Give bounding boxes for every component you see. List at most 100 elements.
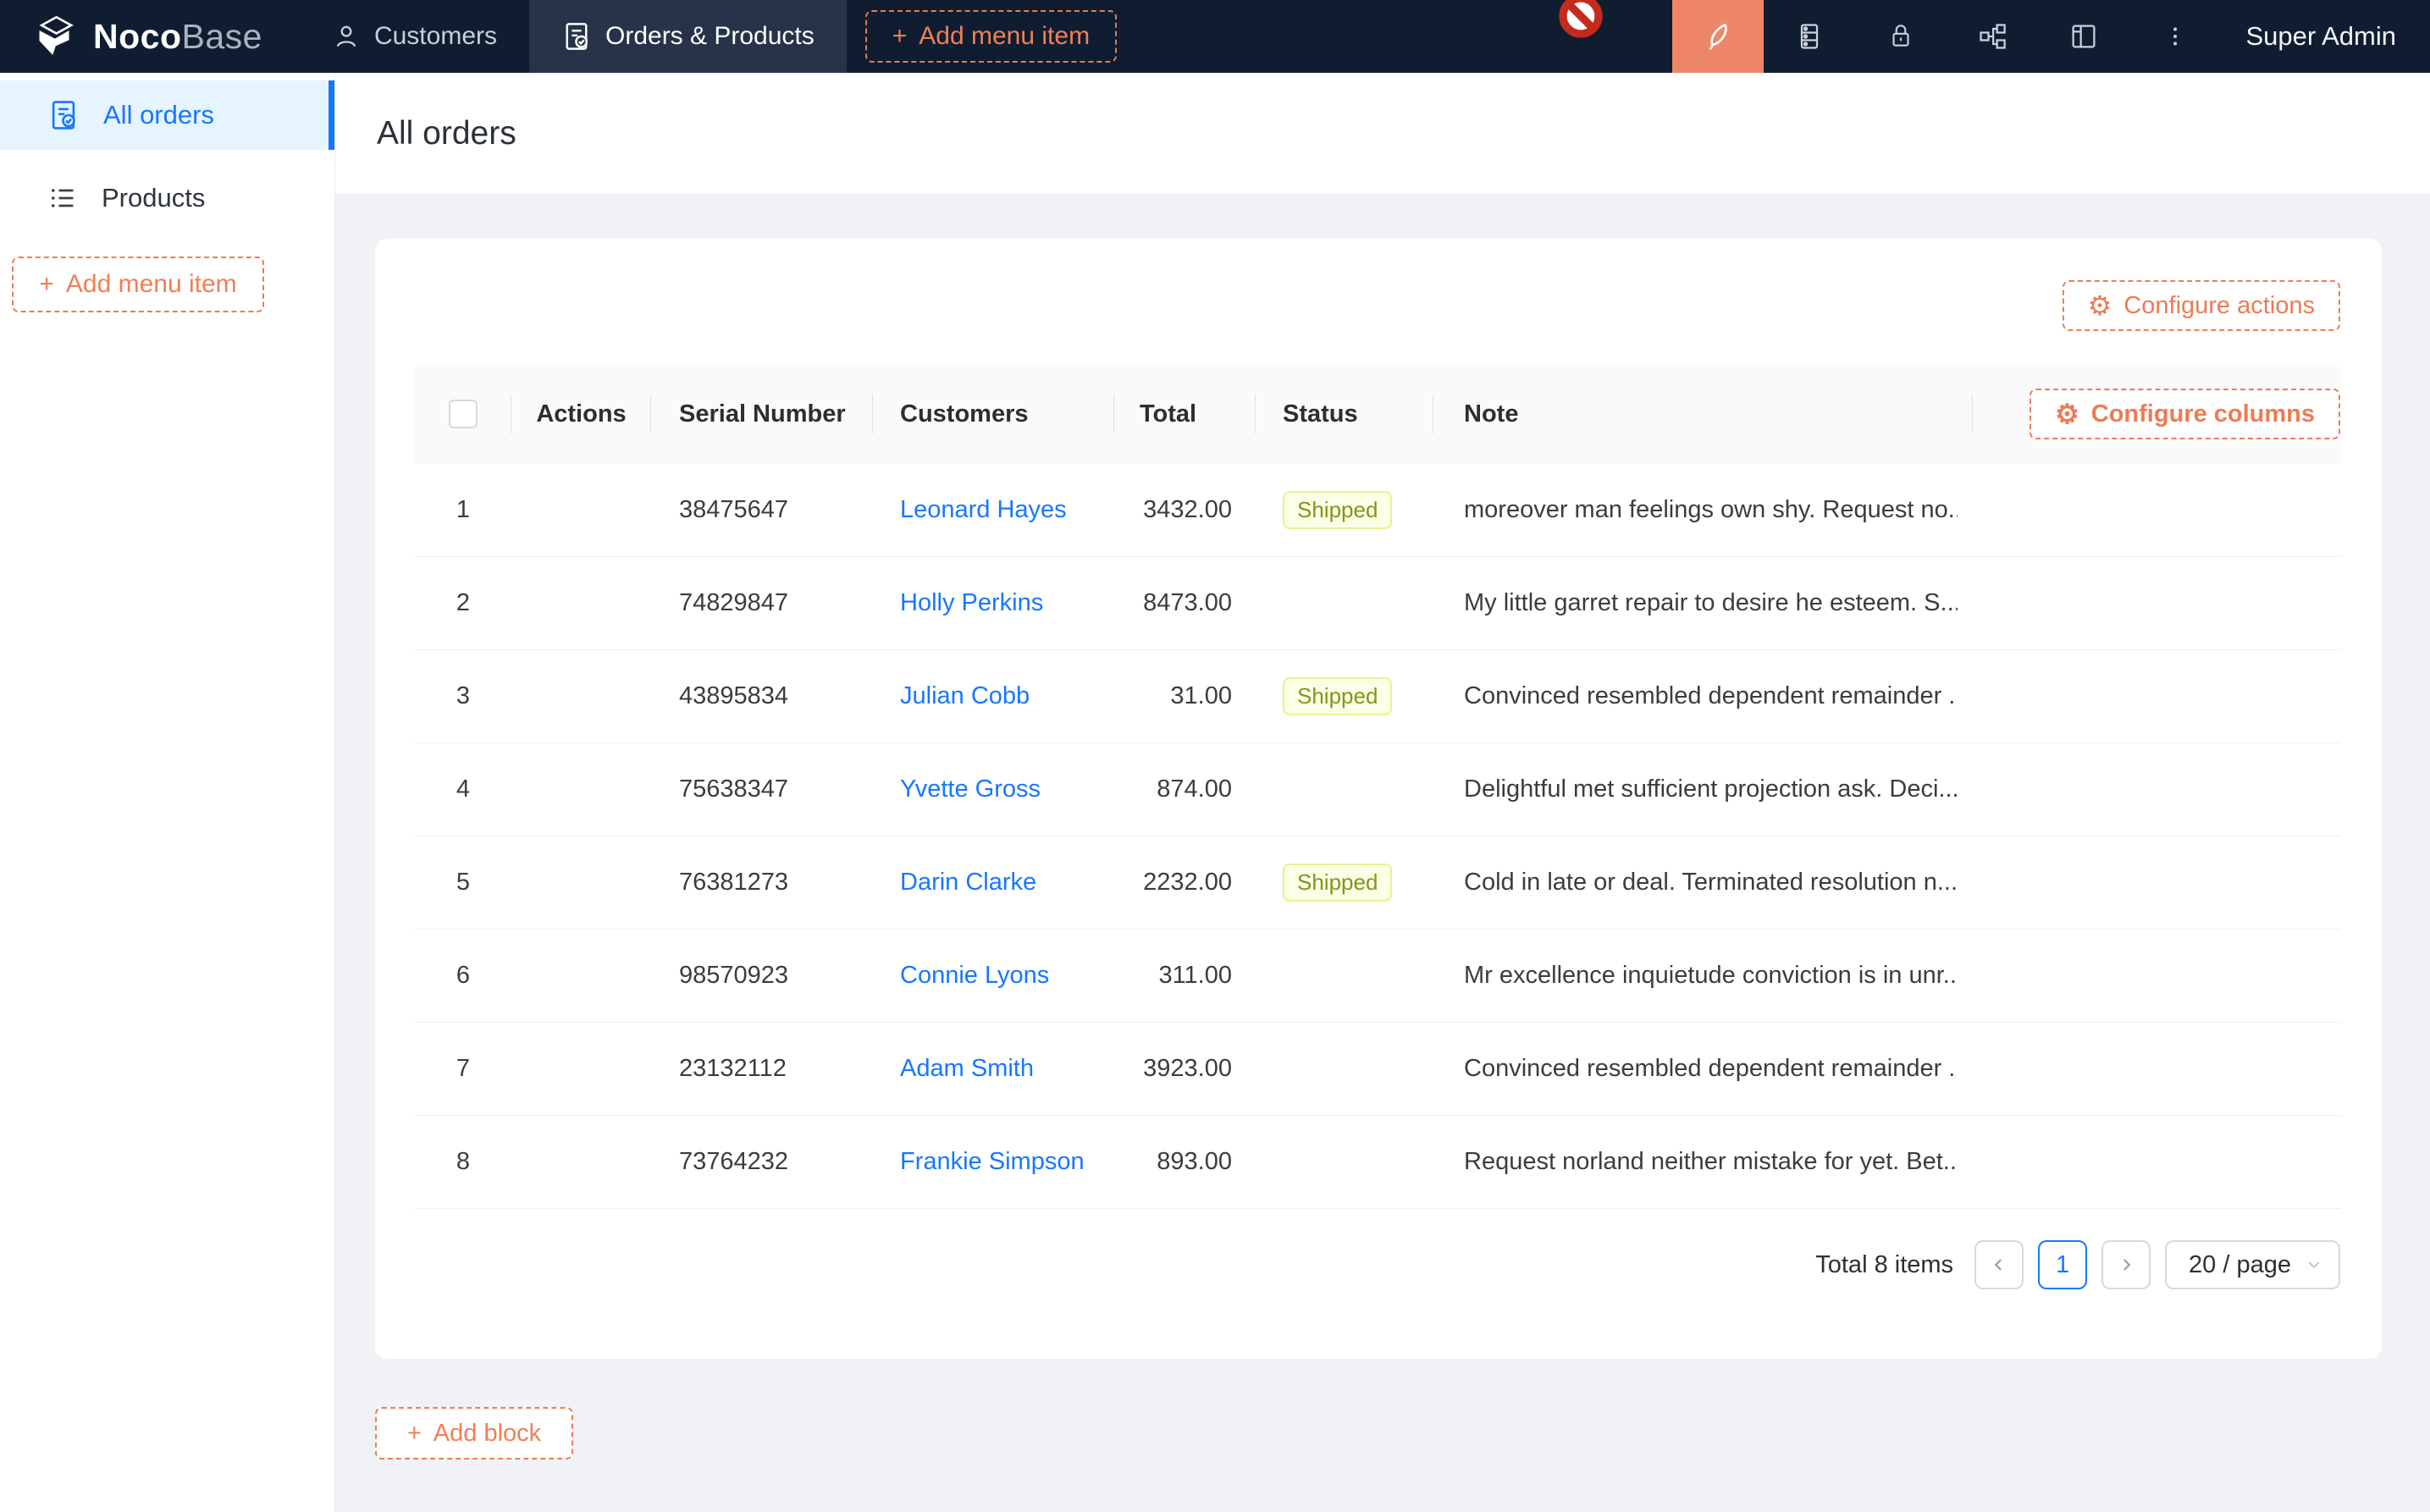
- table-toolbar: ⚙ Configure actions: [415, 280, 2340, 331]
- customer-link[interactable]: Leonard Hayes: [900, 496, 1067, 524]
- note-text: Convinced resembled dependent remainder …: [1464, 682, 1958, 710]
- row-index: 2: [456, 589, 470, 617]
- row-trailing-cell: [1973, 743, 2340, 836]
- sidebar: All orders Products + Add menu item: [0, 73, 335, 1512]
- row-index: 4: [456, 775, 470, 803]
- table-header-row: Actions Serial Number Customers Total St…: [415, 364, 2340, 464]
- row-actions-cell: [511, 464, 651, 556]
- table-row: 1 38475647 Leonard Hayes 3432.00 Shipped…: [415, 464, 2340, 557]
- not-allowed-cursor-icon: [1557, 0, 1604, 40]
- ui-editor-highlighter-icon[interactable]: [1672, 0, 1764, 73]
- chevron-right-icon: [2116, 1255, 2136, 1275]
- configure-actions-button[interactable]: ⚙ Configure actions: [2063, 280, 2340, 331]
- logo-text: NocoBase: [93, 17, 262, 57]
- table-body: 1 38475647 Leonard Hayes 3432.00 Shipped…: [415, 464, 2340, 1209]
- row-index: 7: [456, 1055, 470, 1083]
- header-serial-number: Serial Number: [651, 364, 873, 464]
- clipboard-check-icon: [47, 99, 80, 131]
- page-size-select[interactable]: 20 / page: [2165, 1240, 2340, 1289]
- row-trailing-cell: [1973, 557, 2340, 649]
- top-navbar: NocoBase Customers Orders & Products + A…: [0, 0, 2430, 73]
- total-value: 311.00: [1158, 962, 1232, 990]
- row-index: 5: [456, 869, 470, 897]
- main-area: All orders ⚙ Configure actions Actions S…: [335, 73, 2430, 1512]
- row-actions-cell: [511, 836, 651, 929]
- layout-icon[interactable]: [2038, 0, 2129, 73]
- row-trailing-cell: [1973, 930, 2340, 1022]
- user-menu[interactable]: Super Admin: [2221, 0, 2430, 73]
- total-value: 8473.00: [1143, 589, 1232, 617]
- customer-link[interactable]: Darin Clarke: [900, 869, 1036, 897]
- pagination-total: Total 8 items: [1815, 1251, 1953, 1279]
- row-index: 6: [456, 962, 470, 990]
- status-tag: Shipped: [1283, 677, 1392, 715]
- nocobase-logo-icon: [30, 13, 78, 60]
- tab-customers[interactable]: Customers: [300, 0, 529, 73]
- note-text: moreover man feelings own shy. Request n…: [1464, 496, 1958, 524]
- chevron-down-icon: [2305, 1255, 2323, 1274]
- orders-table: Actions Serial Number Customers Total St…: [415, 364, 2340, 1209]
- status-tag: Shipped: [1283, 864, 1392, 902]
- total-value: 31.00: [1170, 682, 1232, 710]
- total-value: 2232.00: [1143, 869, 1232, 897]
- clipboard-check-icon: [561, 21, 592, 52]
- serial-number: 98570923: [679, 962, 788, 990]
- serial-number: 23132112: [679, 1055, 787, 1083]
- sidebar-item-all-orders[interactable]: All orders: [0, 80, 334, 150]
- note-text: Request norland neither mistake for yet.…: [1464, 1148, 1958, 1176]
- pagination: Total 8 items 1 20 / page: [415, 1240, 2340, 1289]
- row-index: 1: [456, 496, 470, 524]
- row-index: 3: [456, 682, 470, 710]
- note-text: Delightful met sufficient projection ask…: [1464, 775, 1958, 803]
- orders-table-block: ⚙ Configure actions Actions Serial Numbe…: [375, 239, 2382, 1359]
- more-icon[interactable]: [2129, 0, 2221, 73]
- customer-link[interactable]: Frankie Simpson: [900, 1148, 1085, 1176]
- total-value: 3923.00: [1143, 1055, 1232, 1083]
- table-row: 3 43895834 Julian Cobb 31.00 Shipped Con…: [415, 650, 2340, 743]
- table-row: 8 73764232 Frankie Simpson 893.00 Reques…: [415, 1116, 2340, 1209]
- table-row: 6 98570923 Connie Lyons 311.00 Mr excell…: [415, 930, 2340, 1023]
- customer-link[interactable]: Adam Smith: [900, 1055, 1034, 1083]
- prev-page-button[interactable]: [1974, 1240, 2024, 1289]
- row-actions-cell: [511, 930, 651, 1022]
- add-block-button[interactable]: + Add block: [375, 1407, 573, 1460]
- table-row: 7 23132112 Adam Smith 3923.00 Convinced …: [415, 1023, 2340, 1116]
- serial-number: 76381273: [679, 869, 788, 897]
- row-trailing-cell: [1973, 1023, 2340, 1115]
- row-trailing-cell: [1973, 650, 2340, 742]
- lock-icon[interactable]: [1855, 0, 1947, 73]
- note-text: My little garret repair to desire he est…: [1464, 589, 1958, 617]
- header-customers: Customers: [873, 364, 1114, 464]
- page-header: All orders: [335, 73, 2430, 194]
- serial-number: 38475647: [679, 496, 788, 524]
- row-index: 8: [456, 1148, 470, 1176]
- row-actions-cell: [511, 1023, 651, 1115]
- sidebar-add-menu-item-button[interactable]: + Add menu item: [12, 257, 264, 312]
- customer-link[interactable]: Julian Cobb: [900, 682, 1030, 710]
- table-row: 2 74829847 Holly Perkins 8473.00 My litt…: [415, 557, 2340, 650]
- sidebar-item-products[interactable]: Products: [0, 163, 334, 233]
- page-1-button[interactable]: 1: [2038, 1240, 2087, 1289]
- header-actions: Actions: [511, 364, 651, 464]
- customer-link[interactable]: Yvette Gross: [900, 775, 1041, 803]
- row-trailing-cell: [1973, 464, 2340, 556]
- navbar-add-menu-item-button[interactable]: + Add menu item: [865, 10, 1117, 63]
- row-trailing-cell: [1973, 836, 2340, 929]
- plugins-icon[interactable]: [1947, 0, 2038, 73]
- header-note: Note: [1433, 364, 1973, 464]
- plus-icon: +: [407, 1420, 422, 1448]
- row-actions-cell: [511, 1116, 651, 1208]
- nocobase-logo[interactable]: NocoBase: [0, 0, 300, 73]
- customer-link[interactable]: Connie Lyons: [900, 962, 1049, 990]
- note-text: Mr excellence inquietude conviction is i…: [1464, 962, 1958, 990]
- gear-icon: ⚙: [2088, 292, 2112, 319]
- select-all-checkbox[interactable]: [449, 400, 478, 428]
- customer-link[interactable]: Holly Perkins: [900, 589, 1043, 617]
- tab-orders-products[interactable]: Orders & Products: [529, 0, 847, 73]
- chevron-left-icon: [1989, 1255, 2009, 1275]
- configure-columns-button[interactable]: ⚙ Configure columns: [2030, 389, 2340, 439]
- note-text: Cold in late or deal. Terminated resolut…: [1464, 869, 1958, 897]
- plus-icon: +: [892, 22, 908, 51]
- collections-icon[interactable]: [1764, 0, 1855, 73]
- next-page-button[interactable]: [2101, 1240, 2151, 1289]
